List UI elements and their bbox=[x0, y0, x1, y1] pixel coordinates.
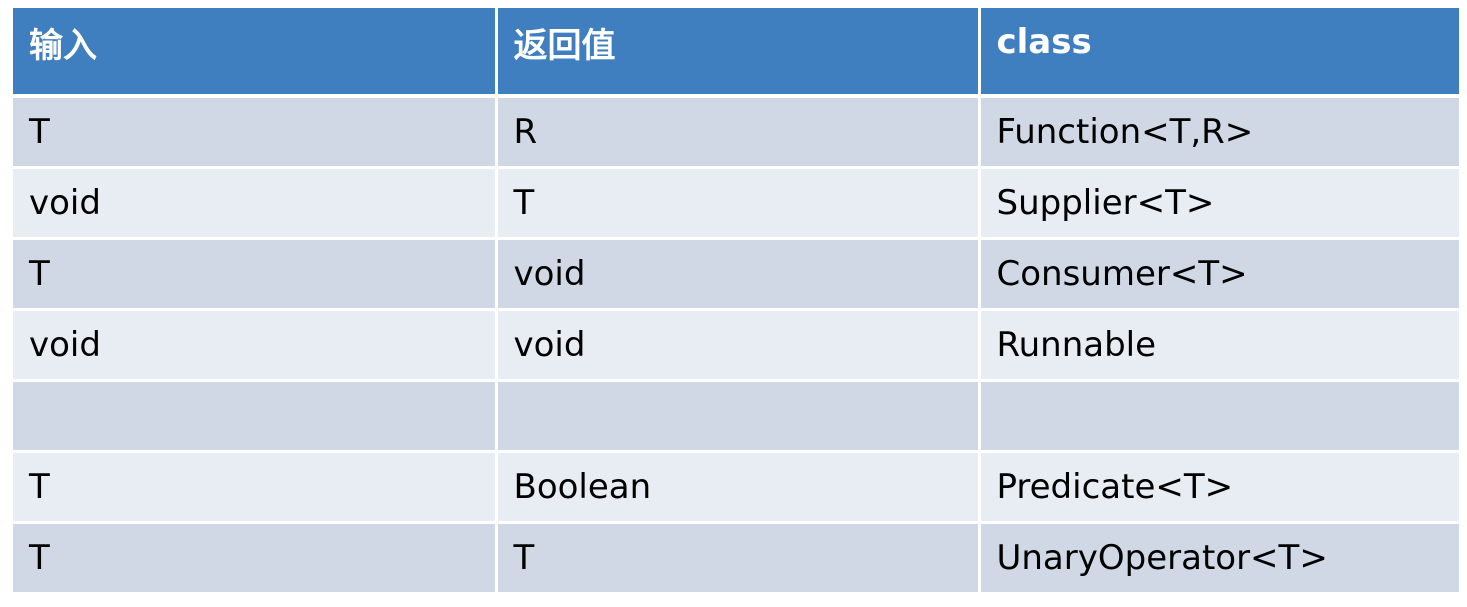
cell-input: T bbox=[13, 238, 498, 311]
cell-return-value: T bbox=[496, 522, 981, 595]
table-row: T Boolean Predicate<T> bbox=[13, 451, 1459, 524]
table-header-row: 输入 返回值 class bbox=[13, 8, 1459, 98]
cell-class bbox=[979, 380, 1459, 453]
table-row: void T Supplier<T> bbox=[13, 167, 1459, 240]
cell-class: Supplier<T> bbox=[979, 167, 1459, 240]
cell-class: Runnable bbox=[979, 309, 1459, 382]
cell-class: Function<T,R> bbox=[979, 96, 1459, 169]
header-return-value: 返回值 bbox=[496, 8, 981, 98]
table-row-empty bbox=[13, 380, 1459, 453]
cell-return-value: void bbox=[496, 309, 981, 382]
cell-return-value bbox=[496, 380, 981, 453]
cell-input: T bbox=[13, 96, 498, 169]
table-row: void void Runnable bbox=[13, 309, 1459, 382]
table-row: T void Consumer<T> bbox=[13, 238, 1459, 311]
cell-class: UnaryOperator<T> bbox=[979, 522, 1459, 595]
cell-return-value: R bbox=[496, 96, 981, 169]
function-interface-table-container: 输入 返回值 class T R Function<T,R> void T Su… bbox=[13, 8, 1459, 595]
cell-input: void bbox=[13, 309, 498, 382]
cell-input: T bbox=[13, 451, 498, 524]
cell-return-value: Boolean bbox=[496, 451, 981, 524]
function-interface-table: 输入 返回值 class T R Function<T,R> void T Su… bbox=[13, 8, 1459, 595]
cell-return-value: void bbox=[496, 238, 981, 311]
cell-class: Consumer<T> bbox=[979, 238, 1459, 311]
cell-input: T bbox=[13, 522, 498, 595]
cell-input bbox=[13, 380, 498, 453]
table-row: T T UnaryOperator<T> bbox=[13, 522, 1459, 595]
cell-class: Predicate<T> bbox=[979, 451, 1459, 524]
cell-input: void bbox=[13, 167, 498, 240]
header-class: class bbox=[979, 8, 1459, 98]
cell-return-value: T bbox=[496, 167, 981, 240]
table-row: T R Function<T,R> bbox=[13, 96, 1459, 169]
header-input: 输入 bbox=[13, 8, 498, 98]
